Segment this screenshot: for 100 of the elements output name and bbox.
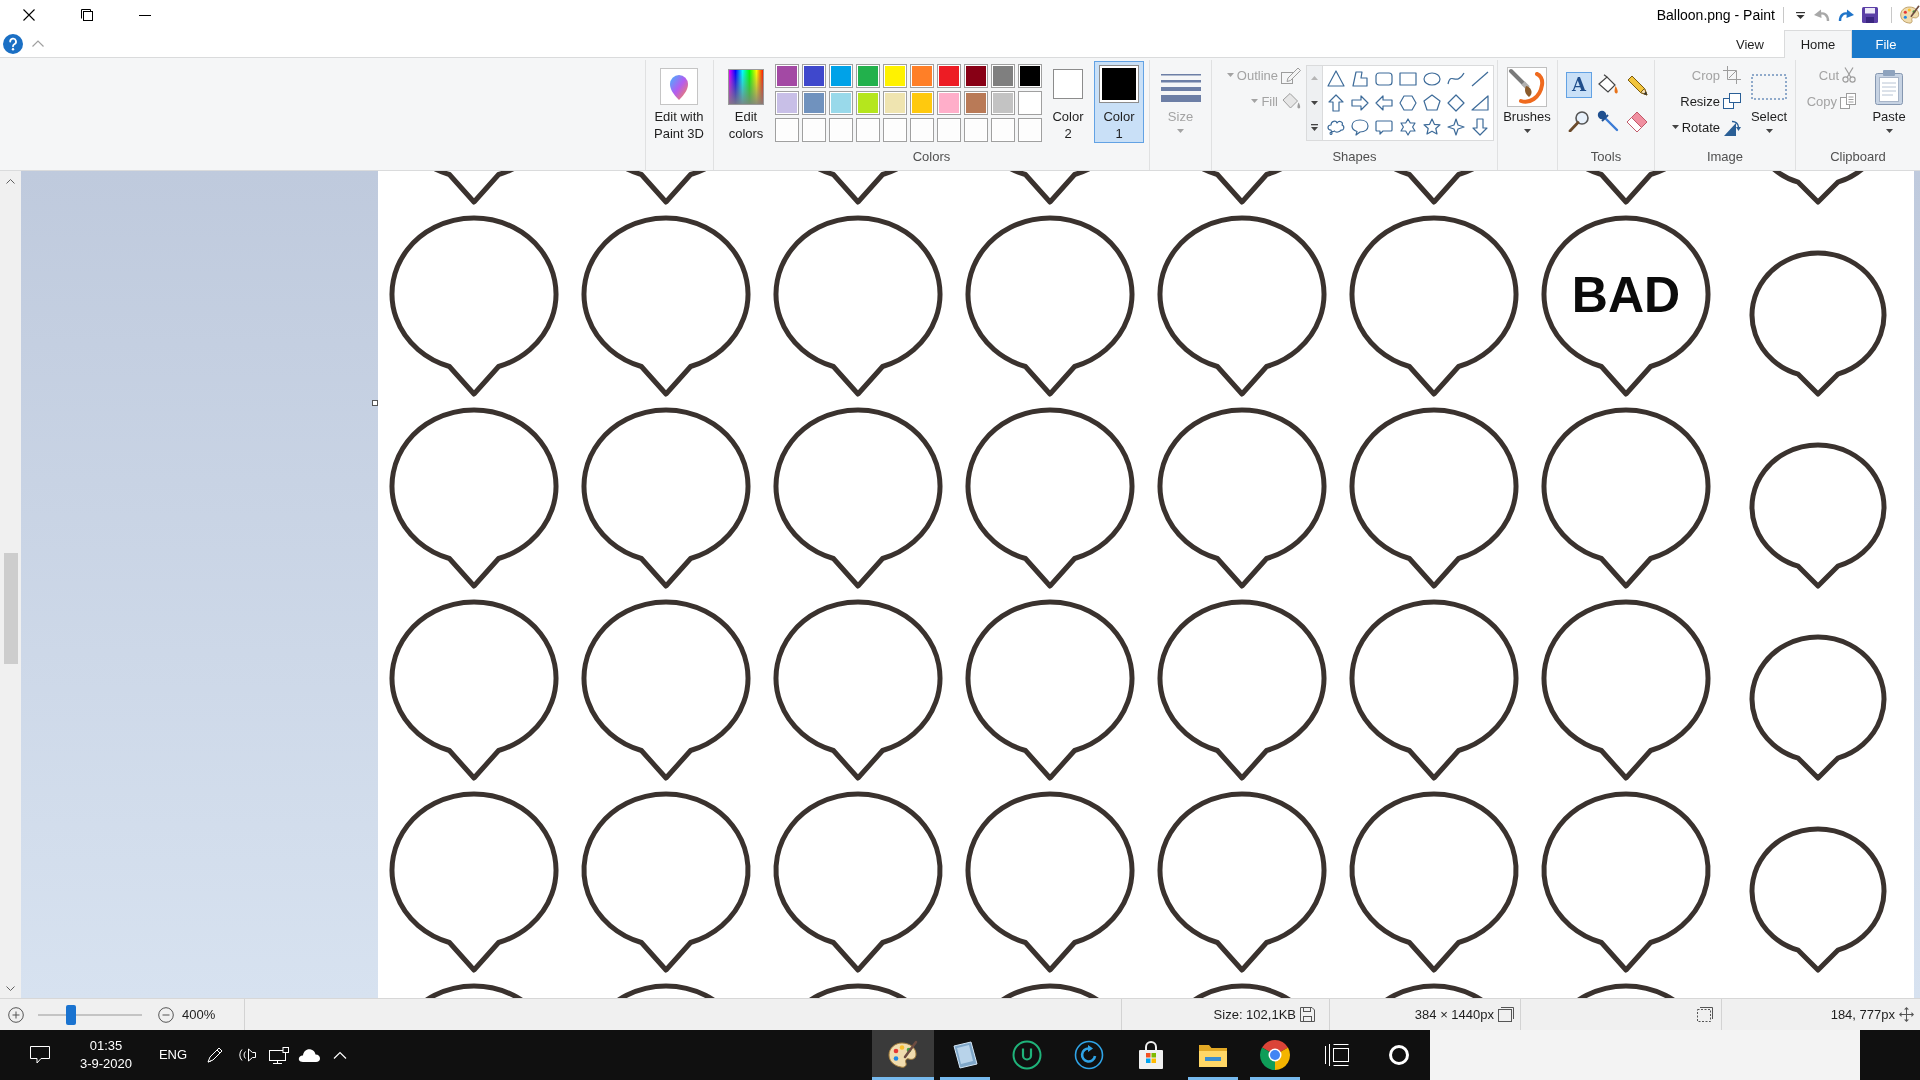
caret-icon — [1671, 125, 1679, 129]
palette-swatch[interactable] — [991, 64, 1015, 88]
palette-swatch[interactable] — [937, 91, 961, 115]
rectangle-icon — [1398, 69, 1418, 89]
palette-swatch[interactable] — [856, 91, 880, 115]
chevron-down-icon — [6, 985, 15, 991]
custom-color-slot[interactable] — [883, 118, 907, 142]
palette-swatch[interactable] — [1018, 64, 1042, 88]
taskbar-app-button[interactable] — [872, 1030, 934, 1080]
palette-swatch[interactable] — [829, 91, 853, 115]
polygon-icon — [1350, 69, 1370, 89]
magnifier-icon — [1568, 110, 1590, 132]
custom-color-slot[interactable] — [802, 118, 826, 142]
palette-swatch[interactable] — [883, 64, 907, 88]
caret-icon — [1885, 129, 1893, 133]
tilted-book-icon — [952, 1041, 978, 1069]
zoom-in-button[interactable] — [7, 1006, 24, 1023]
caret-icon — [1523, 129, 1531, 133]
custom-color-slot[interactable] — [964, 118, 988, 142]
color-spectrum-icon — [728, 68, 764, 105]
search-field[interactable] — [1430, 1030, 1860, 1080]
custom-color-slot[interactable] — [856, 118, 880, 142]
custom-color-slot[interactable] — [1018, 118, 1042, 142]
palette-swatch[interactable] — [964, 91, 988, 115]
custom-color-slot[interactable] — [910, 118, 934, 142]
language-button[interactable]: ENG — [146, 1030, 200, 1080]
outline-icon — [1281, 66, 1301, 84]
zoom-slider-thumb[interactable] — [66, 1004, 77, 1025]
picker-tool-button[interactable] — [1595, 108, 1621, 134]
rounded-rectangle-icon — [1374, 69, 1394, 89]
circle-segments-icon — [1260, 1040, 1290, 1070]
zoom-in-icon — [7, 1006, 24, 1023]
ribbon-tab[interactable]: View — [1716, 30, 1784, 58]
text-tool-button[interactable]: A — [1566, 72, 1592, 98]
line-icon — [1470, 69, 1490, 89]
palette-swatch[interactable] — [883, 91, 907, 115]
edit-colors-button[interactable]: Edit colors — [720, 60, 772, 146]
resize-icon — [1723, 93, 1741, 109]
palette-swatch[interactable] — [964, 64, 988, 88]
chevron-up-icon — [32, 40, 44, 47]
custom-color-slot[interactable] — [991, 118, 1015, 142]
palette-swatch[interactable] — [829, 64, 853, 88]
palette-swatch[interactable] — [991, 91, 1015, 115]
image-size-icon — [1498, 1007, 1514, 1022]
cursor-position-text: 184, 777px — [1830, 1007, 1895, 1022]
caret-icon — [1765, 129, 1773, 133]
zoom-out-button[interactable] — [157, 1006, 174, 1023]
custom-color-slot[interactable] — [829, 118, 853, 142]
color-1-button[interactable]: Color 1 — [1094, 61, 1144, 143]
volume-icon — [238, 1047, 256, 1063]
caret-icon — [1795, 11, 1805, 19]
vertical-scrollbar[interactable] — [0, 171, 21, 998]
ring-icon — [1389, 1045, 1409, 1065]
rotate-button[interactable]: Rotate — [1669, 114, 1743, 140]
zoom-level-text: 400% — [182, 1007, 216, 1022]
color-2-button[interactable]: Color 2 — [1045, 61, 1091, 143]
palette-swatch[interactable] — [775, 64, 799, 88]
resize-handle[interactable] — [372, 400, 378, 406]
triangle-up-icon — [1311, 76, 1318, 81]
palette-swatch[interactable] — [802, 91, 826, 115]
dashed-rectangle-icon — [1751, 73, 1787, 100]
palette-swatch[interactable] — [775, 91, 799, 115]
resize-button[interactable]: Resize — [1678, 88, 1743, 114]
minimize-icon — [139, 14, 151, 16]
shopping-bag-icon — [1137, 1041, 1165, 1069]
file-menu-tab[interactable]: File — [1852, 30, 1920, 58]
paint-drop-icon — [660, 68, 698, 105]
group-label: Clipboard — [1830, 148, 1886, 166]
zoom-out-icon — [157, 1006, 174, 1023]
magnifier-tool-button[interactable] — [1566, 108, 1592, 134]
palette-swatch[interactable] — [910, 64, 934, 88]
ribbon-tab[interactable]: Home — [1784, 30, 1852, 58]
clock-button[interactable]: 01:35 3-9-2020 — [66, 1030, 146, 1080]
left-arrow-icon — [1374, 93, 1394, 113]
caret-icon — [1177, 129, 1184, 133]
palette-swatch[interactable] — [1018, 91, 1042, 115]
scrollbar-thumb[interactable] — [3, 553, 18, 664]
custom-color-slot[interactable] — [775, 118, 799, 142]
monitor-icon — [269, 1046, 289, 1064]
custom-color-slot[interactable] — [937, 118, 961, 142]
select-button[interactable]: Select — [1747, 60, 1791, 146]
image-size-text: 384 × 1440px — [1414, 1007, 1494, 1022]
palette-swatch[interactable] — [802, 64, 826, 88]
paste-button[interactable]: Paste — [1866, 60, 1912, 146]
palette-swatch[interactable] — [910, 91, 934, 115]
brushes-button[interactable]: Brushes — [1500, 60, 1554, 146]
group-label: Shapes — [1332, 148, 1377, 166]
diamond-icon — [1446, 93, 1466, 113]
paint-bucket-icon — [1281, 92, 1301, 110]
palette-swatch[interactable] — [856, 64, 880, 88]
palette-swatch[interactable] — [937, 64, 961, 88]
edit-with-paint-3d-button[interactable]: Edit with Paint 3D — [652, 60, 706, 146]
curved-arrow-icon — [1838, 8, 1854, 22]
rectangle-callout-icon — [1374, 117, 1394, 137]
ellipse-icon — [1422, 69, 1442, 89]
circle-logo-icon — [1012, 1040, 1042, 1070]
right-arrow-icon — [1350, 93, 1370, 113]
folder-icon — [1198, 1042, 1228, 1068]
triangle-icon — [1326, 69, 1346, 89]
color-picker-icon — [1597, 110, 1619, 132]
